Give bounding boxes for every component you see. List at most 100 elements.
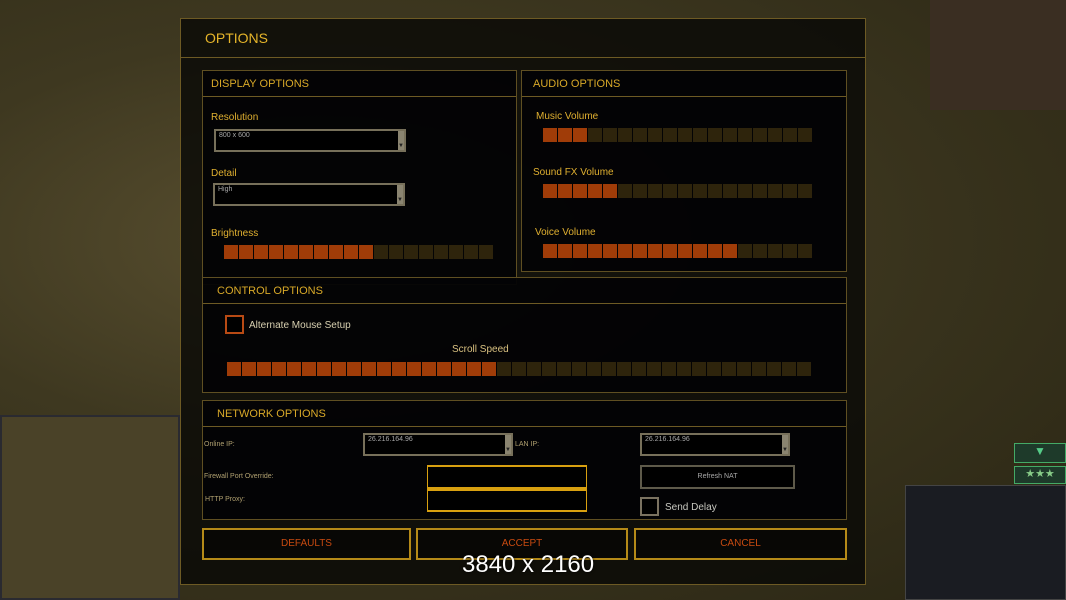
slider-segment-empty[interactable] bbox=[648, 184, 662, 198]
slider-segment-filled[interactable] bbox=[678, 244, 692, 258]
slider-segment-empty[interactable] bbox=[419, 245, 433, 259]
slider-segment-empty[interactable] bbox=[602, 362, 616, 376]
slider-segment-empty[interactable] bbox=[768, 184, 782, 198]
slider-segment-empty[interactable] bbox=[588, 128, 602, 142]
cancel-button[interactable]: CANCEL bbox=[634, 528, 847, 560]
slider-segment-filled[interactable] bbox=[242, 362, 256, 376]
slider-segment-filled[interactable] bbox=[422, 362, 436, 376]
slider-segment-filled[interactable] bbox=[723, 244, 737, 258]
slider-segment-empty[interactable] bbox=[723, 184, 737, 198]
slider-segment-empty[interactable] bbox=[678, 184, 692, 198]
slider-segment-filled[interactable] bbox=[437, 362, 451, 376]
slider-segment-empty[interactable] bbox=[738, 244, 752, 258]
slider-segment-filled[interactable] bbox=[359, 245, 373, 259]
music-volume-slider[interactable] bbox=[543, 128, 812, 142]
dropdown-arrow-icon[interactable]: ▼ bbox=[398, 131, 404, 150]
slider-segment-empty[interactable] bbox=[753, 184, 767, 198]
slider-segment-empty[interactable] bbox=[768, 128, 782, 142]
dropdown-arrow-icon[interactable]: ▼ bbox=[397, 185, 403, 204]
slider-segment-empty[interactable] bbox=[527, 362, 541, 376]
slider-segment-empty[interactable] bbox=[618, 128, 632, 142]
slider-segment-empty[interactable] bbox=[722, 362, 736, 376]
slider-segment-empty[interactable] bbox=[464, 245, 478, 259]
slider-segment-empty[interactable] bbox=[633, 128, 647, 142]
slider-segment-empty[interactable] bbox=[603, 128, 617, 142]
slider-segment-empty[interactable] bbox=[404, 245, 418, 259]
slider-segment-empty[interactable] bbox=[753, 244, 767, 258]
slider-segment-filled[interactable] bbox=[299, 245, 313, 259]
slider-segment-empty[interactable] bbox=[374, 245, 388, 259]
slider-segment-empty[interactable] bbox=[633, 184, 647, 198]
slider-segment-empty[interactable] bbox=[677, 362, 691, 376]
slider-segment-filled[interactable] bbox=[254, 245, 268, 259]
slider-segment-empty[interactable] bbox=[737, 362, 751, 376]
slider-segment-filled[interactable] bbox=[239, 245, 253, 259]
slider-segment-filled[interactable] bbox=[573, 184, 587, 198]
slider-segment-empty[interactable] bbox=[707, 362, 721, 376]
slider-segment-empty[interactable] bbox=[752, 362, 766, 376]
dropdown-arrow-icon[interactable]: ▼ bbox=[505, 435, 511, 454]
slider-segment-empty[interactable] bbox=[693, 184, 707, 198]
slider-segment-filled[interactable] bbox=[347, 362, 361, 376]
slider-segment-filled[interactable] bbox=[663, 244, 677, 258]
slider-segment-filled[interactable] bbox=[317, 362, 331, 376]
slider-segment-filled[interactable] bbox=[377, 362, 391, 376]
chevron-down-icon[interactable]: ▼ bbox=[1014, 443, 1066, 463]
slider-segment-filled[interactable] bbox=[269, 245, 283, 259]
online-ip-dropdown[interactable]: 26.216.164.96 ▼ bbox=[363, 433, 513, 456]
slider-segment-empty[interactable] bbox=[572, 362, 586, 376]
slider-segment-filled[interactable] bbox=[224, 245, 238, 259]
slider-segment-filled[interactable] bbox=[603, 244, 617, 258]
slider-segment-empty[interactable] bbox=[783, 244, 797, 258]
slider-segment-filled[interactable] bbox=[558, 128, 572, 142]
slider-segment-filled[interactable] bbox=[287, 362, 301, 376]
slider-segment-empty[interactable] bbox=[662, 362, 676, 376]
slider-segment-filled[interactable] bbox=[543, 244, 557, 258]
slider-segment-filled[interactable] bbox=[329, 245, 343, 259]
alternate-mouse-checkbox[interactable] bbox=[225, 315, 244, 334]
slider-segment-empty[interactable] bbox=[587, 362, 601, 376]
slider-segment-filled[interactable] bbox=[603, 184, 617, 198]
slider-segment-filled[interactable] bbox=[257, 362, 271, 376]
send-delay-checkbox[interactable] bbox=[640, 497, 659, 516]
slider-segment-filled[interactable] bbox=[588, 184, 602, 198]
slider-segment-filled[interactable] bbox=[344, 245, 358, 259]
slider-segment-filled[interactable] bbox=[543, 128, 557, 142]
slider-segment-empty[interactable] bbox=[618, 184, 632, 198]
slider-segment-filled[interactable] bbox=[332, 362, 346, 376]
voice-volume-slider[interactable] bbox=[543, 244, 812, 258]
slider-segment-filled[interactable] bbox=[452, 362, 466, 376]
slider-segment-empty[interactable] bbox=[512, 362, 526, 376]
slider-segment-filled[interactable] bbox=[648, 244, 662, 258]
slider-segment-filled[interactable] bbox=[284, 245, 298, 259]
slider-segment-empty[interactable] bbox=[632, 362, 646, 376]
dropdown-arrow-icon[interactable]: ▼ bbox=[782, 435, 788, 454]
slider-segment-filled[interactable] bbox=[558, 184, 572, 198]
slider-segment-filled[interactable] bbox=[708, 244, 722, 258]
slider-segment-empty[interactable] bbox=[782, 362, 796, 376]
slider-segment-empty[interactable] bbox=[647, 362, 661, 376]
slider-segment-empty[interactable] bbox=[692, 362, 706, 376]
slider-segment-filled[interactable] bbox=[392, 362, 406, 376]
slider-segment-filled[interactable] bbox=[543, 184, 557, 198]
lan-ip-dropdown[interactable]: 26.216.164.96 ▼ bbox=[640, 433, 790, 456]
slider-segment-empty[interactable] bbox=[738, 184, 752, 198]
slider-segment-filled[interactable] bbox=[302, 362, 316, 376]
slider-segment-empty[interactable] bbox=[797, 362, 811, 376]
slider-segment-empty[interactable] bbox=[497, 362, 511, 376]
slider-segment-empty[interactable] bbox=[798, 128, 812, 142]
slider-segment-filled[interactable] bbox=[633, 244, 647, 258]
slider-segment-filled[interactable] bbox=[588, 244, 602, 258]
slider-segment-filled[interactable] bbox=[407, 362, 421, 376]
slider-segment-filled[interactable] bbox=[362, 362, 376, 376]
slider-segment-empty[interactable] bbox=[738, 128, 752, 142]
slider-segment-empty[interactable] bbox=[753, 128, 767, 142]
slider-segment-filled[interactable] bbox=[558, 244, 572, 258]
slider-segment-empty[interactable] bbox=[434, 245, 448, 259]
slider-segment-empty[interactable] bbox=[617, 362, 631, 376]
slider-segment-empty[interactable] bbox=[783, 184, 797, 198]
slider-segment-empty[interactable] bbox=[663, 128, 677, 142]
slider-segment-filled[interactable] bbox=[467, 362, 481, 376]
slider-segment-empty[interactable] bbox=[557, 362, 571, 376]
slider-segment-empty[interactable] bbox=[479, 245, 493, 259]
